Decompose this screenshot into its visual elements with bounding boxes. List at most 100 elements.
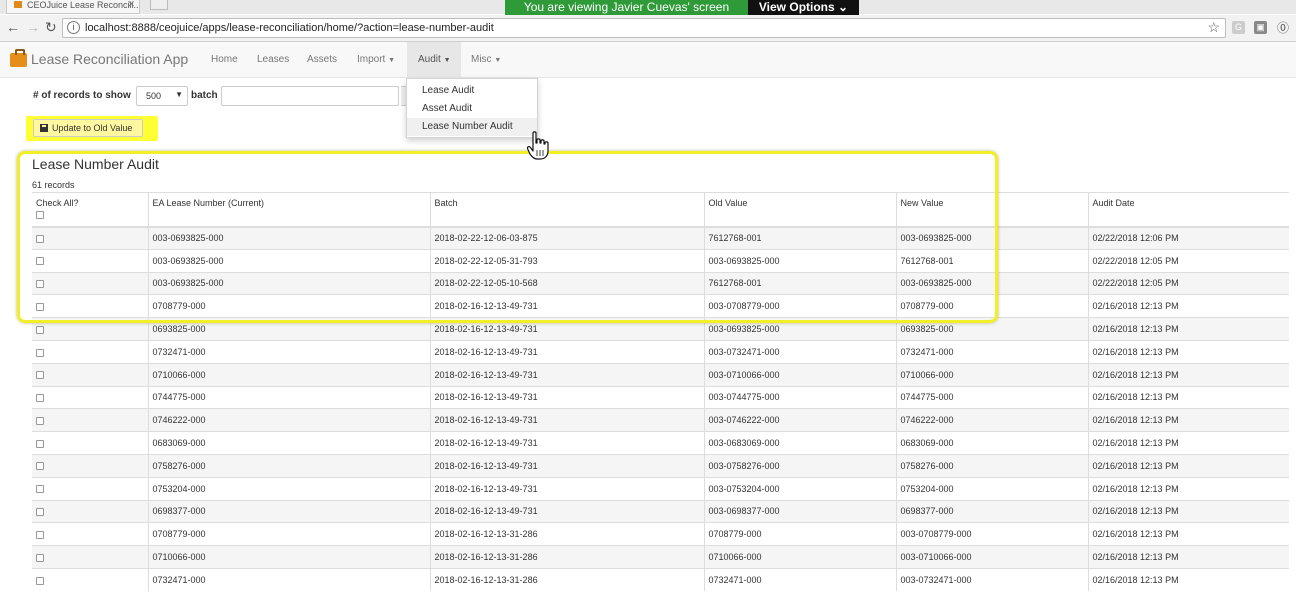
app-brand[interactable]: Lease Reconciliation App xyxy=(31,51,188,67)
row-checkbox[interactable] xyxy=(36,394,44,403)
row-checkbox[interactable] xyxy=(36,530,44,539)
table-row[interactable]: 0710066-000 2018-02-16-12-13-49-731 003-07… xyxy=(32,362,1289,387)
cell-new-value: 003-0710066-000 xyxy=(895,545,1088,569)
nav-import[interactable]: Import ▼ xyxy=(357,54,395,65)
cell-audit-date: 02/16/2018 12:13 PM xyxy=(1087,431,1289,455)
menu-item-lease-audit[interactable]: Lease Audit xyxy=(407,82,537,100)
row-checkbox[interactable] xyxy=(36,462,44,471)
table-row[interactable]: 003-0693825-000 2018-02-22-12-06-03-875 76… xyxy=(32,226,1289,250)
hand-pointer-cursor xyxy=(527,131,549,160)
records-to-show-label: # of records to show xyxy=(33,90,131,101)
row-checkbox[interactable] xyxy=(36,508,44,517)
cell-ea-lease-number: 0708779-000 xyxy=(147,294,430,318)
table-row[interactable]: 0746222-000 2018-02-16-12-13-49-731 003-07… xyxy=(32,408,1289,432)
col-audit-date[interactable]: Audit Date xyxy=(1087,192,1289,228)
row-checkbox-cell xyxy=(32,476,148,501)
table-row[interactable]: 003-0693825-000 2018-02-22-12-05-10-568 76… xyxy=(32,271,1289,295)
row-checkbox-cell xyxy=(32,226,148,250)
cell-old-value: 003-0693825-000 xyxy=(703,317,896,341)
select-arrow-icon: ▼ xyxy=(175,90,183,99)
cell-new-value: 003-0708779-000 xyxy=(895,522,1088,546)
row-checkbox[interactable] xyxy=(36,325,44,334)
cell-old-value: 003-0710066-000 xyxy=(703,362,896,387)
row-checkbox[interactable] xyxy=(36,302,44,311)
forward-arrow-icon[interactable]: → xyxy=(26,19,40,35)
audit-dropdown-menu: Lease Audit Asset Audit Lease Number Aud… xyxy=(406,78,538,138)
cell-audit-date: 02/16/2018 12:13 PM xyxy=(1087,522,1289,546)
row-checkbox[interactable] xyxy=(36,371,44,380)
info-icon[interactable]: i xyxy=(67,21,80,34)
row-checkbox[interactable] xyxy=(36,416,44,425)
batch-input[interactable] xyxy=(221,86,399,106)
view-options-label: View Options xyxy=(758,0,835,14)
menu-icon[interactable]: ⓪ xyxy=(1277,19,1289,36)
menu-item-asset-audit[interactable]: Asset Audit xyxy=(407,100,537,118)
cell-audit-date: 02/16/2018 12:13 PM xyxy=(1087,317,1289,341)
cell-ea-lease-number: 003-0693825-000 xyxy=(147,226,430,250)
col-new-value[interactable]: New Value xyxy=(895,192,1088,228)
cell-ea-lease-number: 0710066-000 xyxy=(147,362,430,387)
cell-ea-lease-number: 0753204-000 xyxy=(147,476,430,501)
records-to-show-select[interactable]: 500 ▼ xyxy=(136,86,188,106)
row-checkbox[interactable] xyxy=(36,348,44,357)
row-checkbox-cell xyxy=(32,408,148,432)
table-row[interactable]: 0683069-000 2018-02-16-12-13-49-731 003-06… xyxy=(32,431,1289,455)
row-checkbox[interactable] xyxy=(36,576,44,585)
row-checkbox[interactable] xyxy=(36,257,44,266)
star-icon[interactable]: ☆ xyxy=(1207,19,1220,36)
col-old-value[interactable]: Old Value xyxy=(703,192,896,228)
menu-item-lease-number-audit[interactable]: Lease Number Audit xyxy=(407,118,537,136)
cell-batch: 2018-02-16-12-13-31-286 xyxy=(429,522,704,546)
row-checkbox[interactable] xyxy=(36,485,44,494)
cell-new-value: 0693825-000 xyxy=(895,317,1088,341)
table-row[interactable]: 0732471-000 2018-02-16-12-13-31-286 073247… xyxy=(32,567,1289,592)
check-all-checkbox[interactable] xyxy=(36,211,44,219)
cell-ea-lease-number: 0683069-000 xyxy=(147,431,430,455)
update-to-old-value-button[interactable]: Update to Old Value xyxy=(33,119,143,137)
cell-audit-date: 02/22/2018 12:05 PM xyxy=(1087,271,1289,295)
nav-home[interactable]: Home xyxy=(211,54,238,65)
table-row[interactable]: 0708779-000 2018-02-16-12-13-31-286 070877… xyxy=(32,522,1289,546)
table-row[interactable]: 0710066-000 2018-02-16-12-13-31-286 071006… xyxy=(32,545,1289,569)
cell-audit-date: 02/16/2018 12:13 PM xyxy=(1087,499,1289,523)
address-bar[interactable]: i localhost:8888/ceojuice/apps/lease-rec… xyxy=(62,18,1226,38)
cell-old-value: 003-0744775-000 xyxy=(703,385,896,409)
row-checkbox[interactable] xyxy=(36,553,44,562)
table-row[interactable]: 003-0693825-000 2018-02-22-12-05-31-793 00… xyxy=(32,248,1289,273)
extension-icon[interactable]: ▣ xyxy=(1254,21,1267,34)
nav-import-label: Import xyxy=(357,54,386,65)
row-checkbox[interactable] xyxy=(36,439,44,448)
cell-old-value: 003-0753204-000 xyxy=(703,476,896,501)
table-row[interactable]: 0753204-000 2018-02-16-12-13-49-731 003-07… xyxy=(32,476,1289,501)
cell-ea-lease-number: 0758276-000 xyxy=(147,453,430,478)
view-options-button[interactable]: View Options ⌄ xyxy=(748,0,859,16)
cell-ea-lease-number: 0710066-000 xyxy=(147,545,430,569)
reload-icon[interactable]: ↻ xyxy=(45,19,57,36)
table-row[interactable]: 0732471-000 2018-02-16-12-13-49-731 003-07… xyxy=(32,339,1289,364)
row-checkbox-cell xyxy=(32,271,148,295)
nav-audit[interactable]: Audit ▼ xyxy=(418,54,451,65)
nav-leases[interactable]: Leases xyxy=(257,54,289,65)
row-checkbox[interactable] xyxy=(36,280,44,289)
row-checkbox[interactable] xyxy=(36,234,44,243)
new-tab-button[interactable] xyxy=(150,0,168,10)
cell-old-value: 0710066-000 xyxy=(703,545,896,569)
extension-g-icon[interactable]: G xyxy=(1232,21,1245,34)
col-batch[interactable]: Batch xyxy=(429,192,704,228)
col-ea-lease-number[interactable]: EA Lease Number (Current) xyxy=(147,192,430,228)
back-arrow-icon[interactable]: ← xyxy=(6,19,20,35)
cell-old-value: 003-0683069-000 xyxy=(703,431,896,455)
table-row[interactable]: 0708779-000 2018-02-16-12-13-49-731 003-07… xyxy=(32,294,1289,318)
table-row[interactable]: 0698377-000 2018-02-16-12-13-49-731 003-06… xyxy=(32,499,1289,523)
table-row[interactable]: 0758276-000 2018-02-16-12-13-49-731 003-07… xyxy=(32,453,1289,478)
table-row[interactable]: 0744775-000 2018-02-16-12-13-49-731 003-07… xyxy=(32,385,1289,409)
table-row[interactable]: 0693825-000 2018-02-16-12-13-49-731 003-06… xyxy=(32,317,1289,341)
browser-tab[interactable]: CEOJuice Lease Reconcili... ✕ xyxy=(6,0,140,14)
nav-misc[interactable]: Misc ▼ xyxy=(471,54,501,65)
nav-assets[interactable]: Assets xyxy=(307,54,337,65)
close-tab-icon[interactable]: ✕ xyxy=(127,0,135,9)
row-checkbox-cell xyxy=(32,248,148,273)
browser-tab-title: CEOJuice Lease Reconcili... xyxy=(27,0,140,10)
cell-audit-date: 02/16/2018 12:13 PM xyxy=(1087,339,1289,364)
cell-batch: 2018-02-16-12-13-31-286 xyxy=(429,567,704,592)
